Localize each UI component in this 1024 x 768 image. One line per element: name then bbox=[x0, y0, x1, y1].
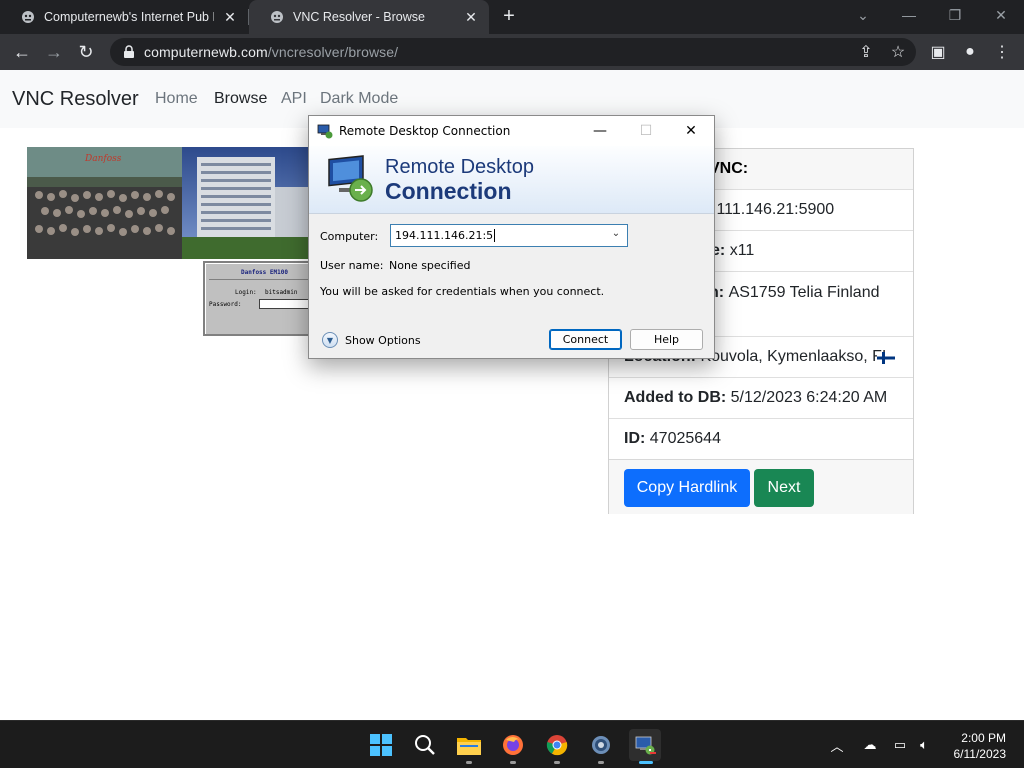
added-value: 5/12/2023 6:24:20 AM bbox=[730, 389, 888, 406]
inset-login-value: bitsadmin bbox=[265, 289, 298, 296]
rdp-banner: Remote Desktop Connection bbox=[309, 146, 714, 214]
favicon-icon bbox=[22, 11, 34, 23]
location-value: Kouvola, Kymenlaakso, FI bbox=[700, 348, 887, 365]
volume-icon[interactable]: 🔈︎ bbox=[914, 735, 934, 755]
browser-tab-strip: Computernewb's Internet Pub Hub ✕ VNC Re… bbox=[0, 0, 1024, 34]
remote-desktop-taskbar-icon[interactable] bbox=[629, 729, 661, 764]
id-label: ID: bbox=[624, 430, 646, 447]
address-value: .111.146.21:5900 bbox=[712, 201, 835, 218]
settings-icon[interactable] bbox=[585, 729, 617, 764]
tab-vnc-resolver[interactable]: VNC Resolver - Browse ✕ bbox=[249, 0, 489, 34]
username-value: None specified bbox=[389, 259, 471, 272]
credentials-info: You will be asked for credentials when y… bbox=[320, 285, 605, 298]
copy-hardlink-button[interactable]: Copy Hardlink bbox=[624, 469, 750, 507]
url-path: /vncresolver/browse/ bbox=[267, 44, 399, 60]
tab-search-icon[interactable]: ⌄ bbox=[840, 0, 886, 30]
url-text: computernewb.com/vncresolver/browse/ bbox=[144, 44, 398, 60]
start-icon[interactable] bbox=[365, 729, 397, 761]
show-options-link[interactable]: Show Options bbox=[345, 334, 421, 347]
computer-combobox[interactable]: 194.111.146.21:5 ⌄ bbox=[390, 224, 628, 247]
computer-label: Computer: bbox=[320, 230, 379, 243]
tray-chevron-up-icon[interactable]: ︿ bbox=[827, 735, 847, 755]
address-bar[interactable]: computernewb.com/vncresolver/browse/ bbox=[110, 38, 916, 66]
chevron-down-icon[interactable]: ⌄ bbox=[609, 228, 623, 242]
share-icon[interactable]: ⇪ bbox=[854, 40, 878, 64]
restore-icon[interactable]: ❐ bbox=[932, 0, 978, 30]
cloud-offline-icon[interactable]: ☁ bbox=[860, 735, 880, 755]
reload-icon[interactable]: ↻ bbox=[74, 40, 98, 64]
bookmark-star-icon[interactable]: ☆ bbox=[886, 40, 910, 64]
rdp-title: Remote Desktop Connection bbox=[339, 124, 511, 138]
next-button[interactable]: Next bbox=[754, 469, 814, 507]
favicon-icon bbox=[271, 11, 283, 23]
back-icon[interactable]: ← bbox=[10, 40, 34, 64]
side-panel-icon[interactable]: ▣ bbox=[926, 40, 950, 64]
username-label: User name: bbox=[320, 259, 384, 272]
vnc-screenshot-image: Danfoss bbox=[27, 147, 327, 259]
inset-password-field bbox=[259, 299, 311, 309]
inset-title: Danfoss EM100 bbox=[241, 269, 288, 276]
tab-close-icon[interactable]: ✕ bbox=[463, 9, 479, 26]
tab-close-icon[interactable]: ✕ bbox=[222, 9, 238, 26]
inset-login-label: Login: bbox=[235, 289, 257, 296]
computer-input[interactable]: 194.111.146.21:5 bbox=[395, 229, 493, 242]
card-row-added: Added to DB: 5/12/2023 6:24:20 AM bbox=[609, 377, 913, 418]
remote-desktop-icon bbox=[317, 124, 333, 139]
asn-value: AS1759 Telia Finland bbox=[728, 284, 880, 301]
card-row-id: ID: 47025644 bbox=[609, 418, 913, 459]
help-button[interactable]: Help bbox=[630, 329, 703, 350]
nav-browse[interactable]: Browse bbox=[214, 90, 267, 108]
lock-icon bbox=[124, 45, 134, 58]
rdp-maximize-icon: ☐ bbox=[639, 123, 653, 139]
nav-dark-mode[interactable]: Dark Mode bbox=[320, 90, 398, 108]
finland-flag-icon bbox=[877, 352, 895, 364]
taskbar-clock[interactable]: 2:00 PM 6/11/2023 bbox=[954, 730, 1007, 762]
nav-home[interactable]: Home bbox=[155, 90, 198, 108]
rdp-banner-line1: Remote Desktop bbox=[385, 156, 534, 178]
show-options-chevron-icon[interactable]: ▼ bbox=[322, 332, 338, 348]
nav-api[interactable]: API bbox=[281, 90, 307, 108]
tab-title: VNC Resolver - Browse bbox=[293, 10, 425, 24]
url-domain: computernewb.com bbox=[144, 44, 268, 60]
minimize-icon[interactable]: — bbox=[886, 0, 932, 30]
connect-button[interactable]: Connect bbox=[549, 329, 622, 350]
close-window-icon[interactable]: ✕ bbox=[978, 0, 1024, 30]
remote-desktop-logo-icon bbox=[328, 155, 373, 202]
new-tab-icon[interactable]: + bbox=[498, 5, 520, 27]
type-value: x11 bbox=[729, 242, 755, 259]
file-explorer-icon[interactable] bbox=[453, 729, 485, 764]
rdp-banner-line2: Connection bbox=[385, 178, 512, 204]
firefox-icon[interactable] bbox=[497, 729, 529, 764]
id-value: 47025644 bbox=[649, 430, 721, 447]
vnc-login-screen-image: Danfoss EM100 Login: bitsadmin Password: bbox=[203, 261, 313, 336]
clock-date: 6/11/2023 bbox=[953, 747, 1007, 761]
inset-divider bbox=[209, 279, 309, 280]
browser-toolbar: ← → ↻ computernewb.com/vncresolver/brows… bbox=[0, 34, 1024, 70]
search-icon[interactable] bbox=[409, 729, 441, 761]
rdp-dialog: Remote Desktop Connection — ☐ ✕ Remote D… bbox=[308, 115, 715, 359]
chrome-icon[interactable] bbox=[541, 729, 573, 764]
rdp-close-icon[interactable]: ✕ bbox=[668, 116, 714, 146]
card-footer: Copy Hardlink Next bbox=[609, 459, 913, 514]
added-label: Added to DB: bbox=[624, 389, 727, 406]
svg-text:Danfoss: Danfoss bbox=[84, 154, 122, 164]
profile-icon[interactable]: ● bbox=[958, 40, 982, 64]
text-cursor bbox=[494, 229, 496, 242]
site-brand[interactable]: VNC Resolver bbox=[12, 88, 139, 111]
rdp-titlebar[interactable]: Remote Desktop Connection — ☐ ✕ bbox=[309, 116, 714, 146]
rdp-minimize-icon[interactable]: — bbox=[577, 116, 623, 146]
menu-kebab-icon[interactable]: ⋮ bbox=[990, 40, 1014, 64]
clock-time: 2:00 PM bbox=[961, 731, 1006, 745]
inset-password-label: Password: bbox=[209, 301, 242, 308]
network-icon[interactable]: ▭ bbox=[890, 735, 910, 755]
tab-title: Computernewb's Internet Pub Hub bbox=[44, 10, 214, 24]
tab-computernewb-hub[interactable]: Computernewb's Internet Pub Hub ✕ bbox=[0, 0, 248, 34]
windows-taskbar: ︿ ☁ ▭ 🔈︎ 2:00 PM 6/11/2023 bbox=[0, 720, 1024, 768]
forward-icon[interactable]: → bbox=[42, 40, 66, 64]
